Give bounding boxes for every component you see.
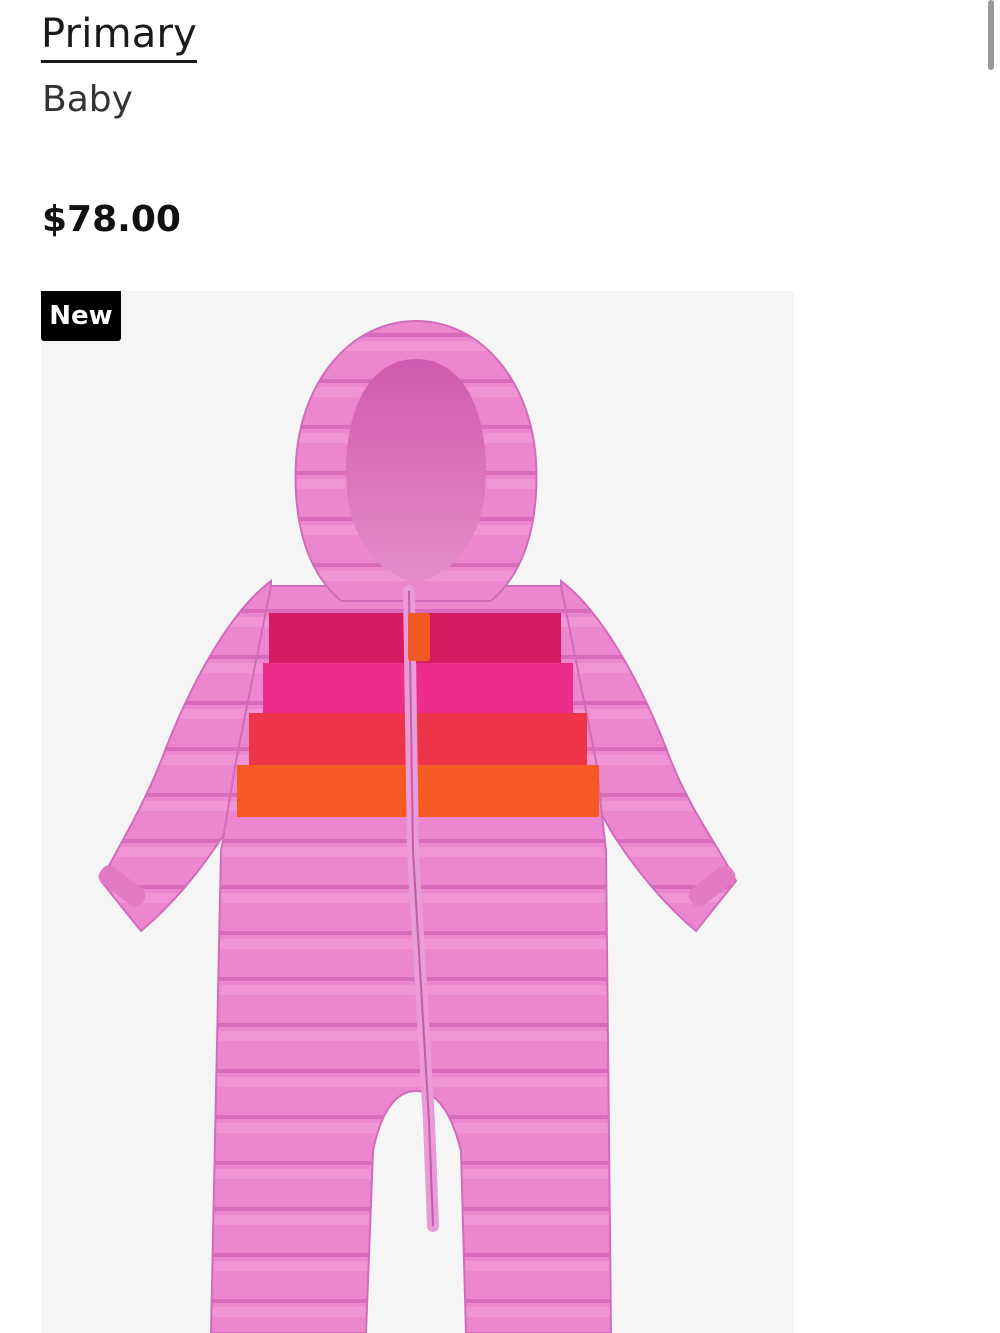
pink-puffer-snowsuit-image <box>98 319 738 1333</box>
stripe-red <box>249 713 587 765</box>
brand-link[interactable]: Primary <box>41 8 197 63</box>
product-image[interactable] <box>41 291 794 1333</box>
product-price: $78.00 <box>42 199 181 240</box>
scrollbar-thumb[interactable] <box>988 0 994 70</box>
zipper-pull <box>408 613 430 661</box>
product-category: Baby <box>42 79 133 120</box>
stripe-pink <box>263 663 573 713</box>
new-badge: New <box>41 291 121 341</box>
